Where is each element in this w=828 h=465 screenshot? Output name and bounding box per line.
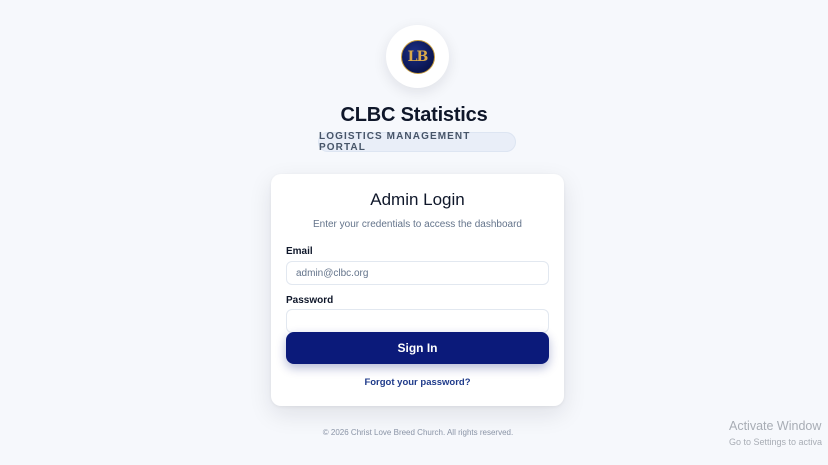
login-title: Admin Login — [370, 190, 465, 209]
activate-windows-subtitle: Go to Settings to activa — [729, 437, 823, 447]
sign-in-button[interactable]: Sign In — [286, 332, 549, 364]
password-field[interactable] — [286, 309, 549, 333]
app-title: CLBC Statistics — [340, 104, 488, 126]
activate-windows-title: Activate Window — [729, 419, 822, 433]
email-label: Email — [286, 246, 313, 257]
portal-subtitle: LOGISTICS MANAGEMENT PORTAL — [319, 131, 471, 153]
forgot-password-link[interactable]: Forgot your password? — [271, 377, 564, 388]
login-description: Enter your credentials to access the das… — [312, 219, 522, 230]
logo: LB — [386, 25, 449, 88]
login-page: LB CLBC Statistics LOGISTICS MANAGEMENT … — [0, 0, 828, 465]
portal-subtitle-badge: LOGISTICS MANAGEMENT PORTAL — [318, 131, 516, 153]
password-label: Password — [286, 295, 334, 306]
footer-copyright: © 2026 Christ Love Breed Church. All rig… — [322, 428, 514, 437]
email-field[interactable] — [286, 261, 549, 285]
logo-monogram: LB — [407, 48, 429, 65]
logo-badge: LB — [400, 39, 435, 74]
login-card: Admin Login Enter your credentials to ac… — [271, 174, 564, 406]
